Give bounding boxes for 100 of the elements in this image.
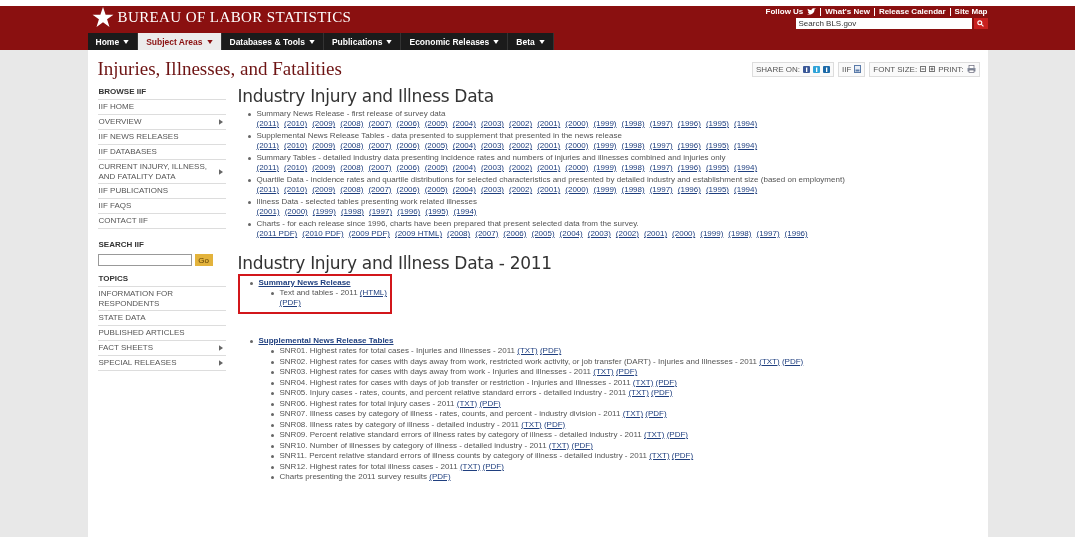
year-link[interactable]: (1997) bbox=[369, 207, 393, 217]
year-link[interactable]: (2010) bbox=[284, 141, 308, 151]
year-link[interactable]: (TXT) bbox=[456, 398, 478, 408]
year-link[interactable]: (2003) bbox=[587, 229, 611, 239]
year-link[interactable]: (2003) bbox=[480, 163, 505, 173]
sidebar-link[interactable]: INFORMATION FOR RESPONDENTS bbox=[97, 287, 226, 311]
year-link[interactable]: (2002) bbox=[615, 229, 639, 239]
year-link[interactable]: (PDF) bbox=[429, 472, 451, 481]
top-link[interactable]: Release Calendar bbox=[878, 7, 946, 16]
year-link[interactable]: (1994) bbox=[734, 141, 758, 151]
year-link[interactable]: (2001) bbox=[537, 185, 561, 195]
minus-icon[interactable] bbox=[920, 66, 927, 72]
year-link[interactable]: (2005) bbox=[531, 229, 555, 239]
year-link[interactable]: (2011) bbox=[256, 141, 280, 151]
search-field[interactable]: Search BLS.gov bbox=[795, 18, 972, 29]
nav-tab[interactable]: Subject Areas bbox=[138, 33, 222, 50]
year-link[interactable]: (2003) bbox=[480, 119, 505, 129]
year-link[interactable]: (1994) bbox=[734, 163, 758, 173]
year-link[interactable]: (2008) bbox=[340, 119, 364, 129]
year-link[interactable]: (HTML) bbox=[359, 288, 387, 297]
year-link[interactable]: (2002) bbox=[509, 141, 533, 151]
sidebar-link[interactable]: CONTACT IIF bbox=[97, 214, 226, 229]
sidebar-link[interactable]: FACT SHEETS bbox=[97, 341, 226, 356]
group-title-link[interactable]: Supplemental News Release Tables bbox=[258, 335, 394, 345]
year-link[interactable]: (1995) bbox=[705, 119, 730, 129]
year-link[interactable]: (2010) bbox=[284, 185, 308, 195]
year-link[interactable]: (1996) bbox=[677, 163, 701, 173]
year-link[interactable]: (2004) bbox=[452, 163, 476, 173]
year-link[interactable]: (2007) bbox=[475, 229, 499, 239]
document-icon[interactable] bbox=[854, 65, 862, 73]
year-link[interactable]: (2009) bbox=[312, 163, 336, 173]
year-link[interactable]: (1996) bbox=[397, 207, 421, 217]
year-link[interactable]: (1997) bbox=[649, 119, 673, 129]
nav-tab[interactable]: Databases & Tools bbox=[221, 33, 324, 50]
social-share-icon[interactable] bbox=[822, 65, 830, 73]
year-link[interactable]: (2000) bbox=[565, 163, 589, 173]
year-link[interactable]: (2001) bbox=[537, 119, 561, 129]
year-link[interactable]: (PDF) bbox=[671, 451, 694, 460]
year-link[interactable]: (1994) bbox=[734, 119, 758, 129]
search-button[interactable] bbox=[973, 18, 988, 29]
year-link[interactable]: (PDF) bbox=[482, 461, 504, 471]
sidebar-link[interactable]: IIF DATABASES bbox=[97, 145, 226, 160]
year-link[interactable]: (2011 PDF) bbox=[256, 229, 298, 239]
go-button[interactable]: Go bbox=[194, 254, 213, 266]
year-link[interactable]: (2006) bbox=[396, 141, 420, 151]
year-link[interactable]: (TXT) bbox=[517, 346, 538, 355]
year-link[interactable]: (2008) bbox=[340, 163, 364, 173]
year-link[interactable]: (1997) bbox=[649, 185, 673, 195]
year-link[interactable]: (1995) bbox=[705, 163, 730, 173]
sidebar-link[interactable]: OVERVIEW bbox=[97, 115, 226, 130]
year-link[interactable]: (2002) bbox=[509, 185, 533, 195]
year-link[interactable]: (2002) bbox=[509, 163, 533, 173]
bird-icon[interactable] bbox=[807, 7, 817, 16]
year-link[interactable]: (2001) bbox=[644, 229, 668, 239]
year-link[interactable]: (2004) bbox=[452, 119, 476, 129]
year-link[interactable]: (2007) bbox=[368, 185, 392, 195]
year-link[interactable]: (2005) bbox=[424, 163, 448, 173]
year-link[interactable]: (1999) bbox=[593, 119, 617, 129]
top-link[interactable]: What's New bbox=[825, 7, 870, 16]
year-link[interactable]: (2008) bbox=[340, 141, 364, 151]
year-link[interactable]: (2005) bbox=[424, 119, 448, 129]
year-link[interactable]: (TXT) bbox=[628, 388, 649, 397]
year-link[interactable]: (1996) bbox=[784, 229, 808, 239]
year-link[interactable]: (1994) bbox=[453, 207, 477, 217]
group-title-link[interactable]: Summary News Release bbox=[258, 277, 351, 287]
year-link[interactable]: (1999) bbox=[700, 229, 724, 239]
year-link[interactable]: (1997) bbox=[756, 229, 780, 239]
year-link[interactable]: (1999) bbox=[593, 185, 617, 195]
year-link[interactable]: (1998) bbox=[728, 229, 752, 239]
year-link[interactable]: (PDF) bbox=[651, 388, 673, 397]
year-link[interactable]: (PDF) bbox=[666, 430, 688, 439]
top-link[interactable]: Site Map bbox=[954, 7, 988, 16]
nav-tab[interactable]: Publications bbox=[323, 33, 402, 50]
year-link[interactable]: (2004) bbox=[452, 141, 476, 151]
year-link[interactable]: (2000) bbox=[565, 141, 589, 151]
year-link[interactable]: (TXT) bbox=[644, 430, 665, 439]
year-link[interactable]: (1999) bbox=[593, 163, 617, 173]
printer-icon[interactable] bbox=[966, 65, 976, 73]
year-link[interactable]: (2006) bbox=[396, 119, 420, 129]
year-link[interactable]: (2003) bbox=[480, 141, 505, 151]
sidebar-link[interactable]: SPECIAL RELEASES bbox=[97, 356, 226, 371]
sidebar-link[interactable]: IIF PUBLICATIONS bbox=[97, 184, 226, 199]
year-link[interactable]: (2011) bbox=[256, 163, 280, 173]
year-link[interactable]: (1998) bbox=[340, 207, 364, 217]
social-share-icon[interactable] bbox=[812, 65, 820, 73]
year-link[interactable]: (2006) bbox=[396, 163, 420, 173]
social-share-icon[interactable] bbox=[802, 65, 810, 73]
nav-tab[interactable]: Economic Releases bbox=[401, 33, 509, 50]
year-link[interactable]: (TXT) bbox=[622, 409, 644, 418]
year-link[interactable]: (1997) bbox=[649, 163, 673, 173]
year-link[interactable]: (PDF) bbox=[781, 356, 804, 366]
year-link[interactable]: (PDF) bbox=[655, 377, 677, 387]
year-link[interactable]: (2004) bbox=[452, 185, 476, 195]
year-link[interactable]: (2007) bbox=[368, 141, 392, 151]
year-link[interactable]: (2001) bbox=[537, 141, 561, 151]
year-link[interactable]: (TXT) bbox=[759, 356, 780, 366]
year-link[interactable]: (2000) bbox=[284, 207, 308, 217]
year-link[interactable]: (1994) bbox=[734, 185, 758, 195]
year-link[interactable]: (TXT) bbox=[548, 440, 570, 450]
year-link[interactable]: (2003) bbox=[480, 185, 505, 195]
